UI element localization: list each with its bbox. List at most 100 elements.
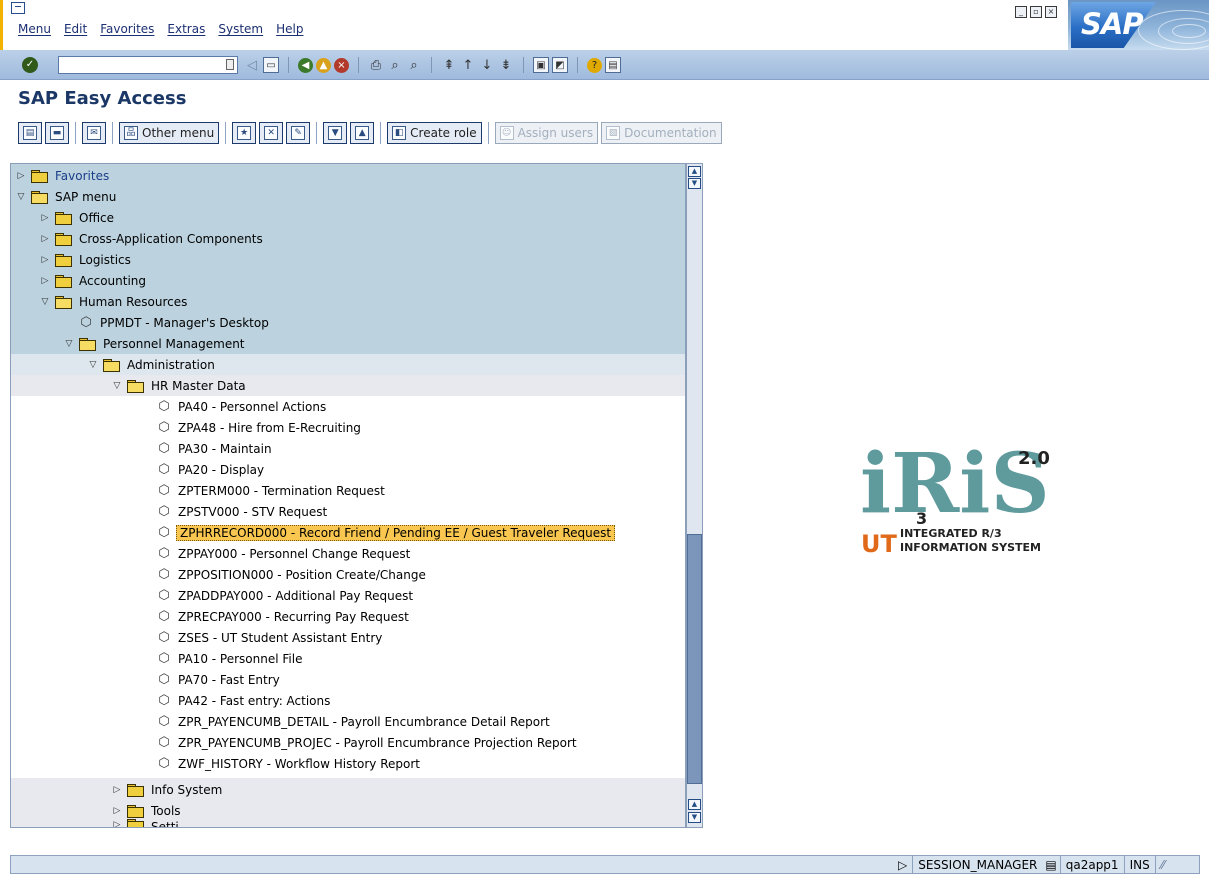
layout-menu-icon[interactable]: ▤ xyxy=(605,57,621,73)
collapse-icon[interactable]: ▽ xyxy=(63,338,75,350)
iris-logo: iRiS 2.0 3 UT INTEGRATED R/3 INFORMATION… xyxy=(858,436,1058,558)
menu-item-edit[interactable]: Edit xyxy=(64,22,87,36)
first-page-icon[interactable]: ⇞ xyxy=(441,57,457,73)
menu-item-favorites[interactable]: Favorites xyxy=(100,22,154,36)
tree-node-cross-application[interactable]: ▷ Cross-Application Components xyxy=(39,228,265,249)
business-workplace-button[interactable]: ✉ xyxy=(82,122,106,144)
expand-icon[interactable]: ▷ xyxy=(39,212,51,224)
tree-node-administration[interactable]: ▽ Administration xyxy=(87,354,217,375)
create-session-icon[interactable]: ▣ xyxy=(533,57,549,73)
command-input[interactable] xyxy=(59,57,219,73)
menu-item-system[interactable]: System xyxy=(218,22,263,36)
tree-node-info-system[interactable]: ▷ Info System xyxy=(111,779,224,800)
system-menu-icon[interactable] xyxy=(11,2,25,14)
move-up-button[interactable]: ▲ xyxy=(350,122,375,144)
shortcut-icon[interactable]: ◩ xyxy=(552,57,568,73)
close-icon[interactable]: × xyxy=(1045,6,1057,18)
help-icon[interactable]: ? xyxy=(587,57,602,73)
print-icon[interactable]: ⎙ xyxy=(368,57,384,73)
change-favorite-button[interactable]: ✎ xyxy=(286,122,311,144)
minimize-icon[interactable]: _ xyxy=(1015,6,1027,18)
tree-item-transaction[interactable]: ⬡ PA30 - Maintain xyxy=(157,438,274,459)
sap-menu-button[interactable]: ▬ xyxy=(45,122,69,144)
tree-node-personnel-management[interactable]: ▽ Personnel Management xyxy=(63,333,247,354)
tree-item-transaction[interactable]: ⬡ ZWF_HISTORY - Workflow History Report xyxy=(157,753,422,774)
collapse-icon[interactable]: ▽ xyxy=(15,191,27,203)
create-role-button[interactable]: ◧ Create role xyxy=(387,122,482,144)
tree-vertical-scrollbar[interactable]: ▲ ▼ ▲ ▼ xyxy=(686,163,703,828)
tree-item-transaction[interactable]: ⬡ ZSES - UT Student Assistant Entry xyxy=(157,627,384,648)
tree-node-favorites[interactable]: ▷ Favorites xyxy=(15,165,111,186)
last-page-icon[interactable]: ⇟ xyxy=(498,57,514,73)
expand-icon[interactable]: ▷ xyxy=(15,170,27,182)
expand-icon[interactable]: ▷ xyxy=(39,233,51,245)
expand-icon[interactable]: ▷ xyxy=(111,819,123,827)
tree-item-transaction[interactable]: ⬡ ZPR_PAYENCUMB_DETAIL - Payroll Encumbra… xyxy=(157,711,552,732)
expand-icon[interactable]: ▷ xyxy=(39,275,51,287)
user-menu-button[interactable]: ▤ xyxy=(18,122,42,144)
tree-item-transaction[interactable]: ⬡ PA42 - Fast entry: Actions xyxy=(157,690,332,711)
status-mode[interactable]: INS xyxy=(1123,855,1155,874)
tree-item-transaction[interactable]: ⬡ ZPPOSITION000 - Position Create/Change xyxy=(157,564,428,585)
sap-logo: SAP xyxy=(1068,0,1209,50)
title-bar: Menu Edit Favorites Extras System Help _… xyxy=(0,0,1209,50)
other-menu-button[interactable]: 品 Other menu xyxy=(119,122,220,144)
status-expand-icon[interactable]: ▷ xyxy=(893,855,912,874)
tree-node-human-resources[interactable]: ▽ Human Resources xyxy=(39,291,189,312)
tree-node-hr-master-data[interactable]: ▽ HR Master Data xyxy=(111,375,248,396)
tree-item-transaction[interactable]: ⬡ ZPA48 - Hire from E-Recruiting xyxy=(157,417,363,438)
collapse-icon[interactable]: ▽ xyxy=(111,380,123,392)
tree-item-transaction[interactable]: ⬡ ZPSTV000 - STV Request xyxy=(157,501,329,522)
menu-item-help[interactable]: Help xyxy=(276,22,303,36)
move-down-button[interactable]: ▼ xyxy=(323,122,348,144)
tree-item-transaction[interactable]: ⬡ PA40 - Personnel Actions xyxy=(157,396,328,417)
expand-icon[interactable]: ▷ xyxy=(39,254,51,266)
maximize-icon[interactable]: ▫ xyxy=(1030,6,1042,18)
cancel-icon[interactable]: × xyxy=(334,57,349,73)
collapse-icon[interactable]: ▽ xyxy=(39,296,51,308)
tree-node-accounting[interactable]: ▷ Accounting xyxy=(39,270,148,291)
add-favorite-button[interactable]: ★ xyxy=(232,122,257,144)
scroll-page-up-icon[interactable]: ▲ xyxy=(688,799,701,810)
enter-check-icon[interactable]: ✓ xyxy=(22,57,38,73)
scroll-down-icon[interactable]: ▼ xyxy=(688,178,701,189)
previous-page-icon[interactable]: ↑ xyxy=(460,57,476,73)
menu-item-menu[interactable]: Menu xyxy=(18,22,51,36)
tree-node-tools[interactable]: ▷ Tools xyxy=(111,800,183,821)
tree-node-office[interactable]: ▷ Office xyxy=(39,207,116,228)
command-field[interactable] xyxy=(58,56,238,74)
tree-item-transaction[interactable]: ⬡ PA10 - Personnel File xyxy=(157,648,304,669)
back-icon[interactable]: ◀ xyxy=(298,57,313,73)
status-program-list-icon[interactable]: ▤ xyxy=(1042,855,1059,874)
tree-node-ppmdt[interactable]: ⬡ PPMDT - Manager's Desktop xyxy=(79,312,271,333)
assign-users-button[interactable]: ☺ Assign users xyxy=(494,122,599,144)
scroll-page-down-icon[interactable]: ▼ xyxy=(688,812,701,823)
collapse-icon[interactable]: ▽ xyxy=(87,359,99,371)
menu-item-extras[interactable]: Extras xyxy=(167,22,205,36)
resize-grip-icon[interactable]: ⁄⁄ xyxy=(1154,855,1170,874)
save-icon[interactable]: ▭ xyxy=(263,57,279,73)
expand-icon[interactable]: ▷ xyxy=(111,784,123,796)
tree-item-transaction[interactable]: ⬡ ZPRECPAY000 - Recurring Pay Request xyxy=(157,606,411,627)
delete-favorite-button[interactable]: ✕ xyxy=(259,122,284,144)
tree-item-transaction[interactable]: ⬡ ZPPAY000 - Personnel Change Request xyxy=(157,543,412,564)
tree-item-transaction[interactable]: ⬡ ZPR_PAYENCUMB_PROJEC - Payroll Encumbra… xyxy=(157,732,579,753)
tree-item-transaction-selected[interactable]: ⬡ ZPHRRECORD000 - Record Friend / Pending… xyxy=(157,522,616,543)
command-history-icon[interactable] xyxy=(226,59,234,70)
tree-item-transaction[interactable]: ⬡ PA20 - Display xyxy=(157,459,266,480)
tree-item-transaction[interactable]: ⬡ ZPADDPAY000 - Additional Pay Request xyxy=(157,585,415,606)
expand-icon[interactable]: ▷ xyxy=(111,805,123,817)
documentation-button[interactable]: ▧ Documentation xyxy=(601,122,722,144)
scrollbar-thumb[interactable] xyxy=(687,534,702,784)
next-page-icon[interactable]: ↓ xyxy=(479,57,495,73)
tree-item-transaction[interactable]: ⬡ PA70 - Fast Entry xyxy=(157,669,282,690)
scroll-up-icon[interactable]: ▲ xyxy=(688,166,701,177)
find-next-icon[interactable]: ⌕ xyxy=(406,57,422,73)
find-icon[interactable]: ⌕ xyxy=(387,57,403,73)
exit-icon[interactable]: ▲ xyxy=(316,57,331,73)
tree-item-transaction[interactable]: ⬡ ZPTERM000 - Termination Request xyxy=(157,480,387,501)
tree-node-settings-partial[interactable]: ▷ Setti... xyxy=(111,819,192,827)
tree-node-logistics[interactable]: ▷ Logistics xyxy=(39,249,133,270)
status-program: SESSION_MANAGER xyxy=(912,855,1042,874)
tree-node-sap-menu[interactable]: ▽ SAP menu xyxy=(15,186,118,207)
